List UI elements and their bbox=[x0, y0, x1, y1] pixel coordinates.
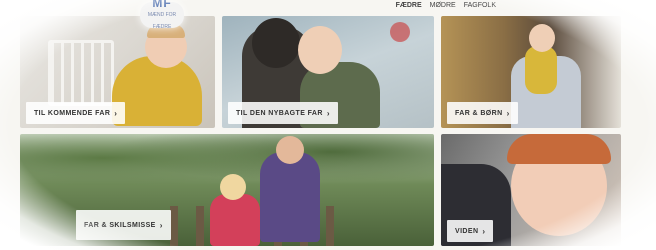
card-far-og-skilsmisse[interactable]: FAR & SKILSMISSE › bbox=[20, 134, 434, 246]
main-nav: FÆDRE MØDRE FAGFOLK bbox=[396, 2, 496, 9]
nybagte-far-button[interactable]: TIL DEN NYBAGTE FAR › bbox=[228, 102, 338, 124]
card-kommende-far[interactable]: TIL KOMMENDE FAR › bbox=[20, 16, 215, 128]
chevron-right-icon: › bbox=[326, 108, 330, 118]
baby-face-image bbox=[298, 26, 342, 74]
site-logo[interactable]: MF MÆND FOR FÆDRE bbox=[140, 0, 184, 30]
top-bar bbox=[0, 0, 656, 16]
far-og-born-button[interactable]: FAR & BØRN › bbox=[447, 102, 518, 124]
card-viden[interactable]: VIDEN › bbox=[441, 134, 621, 246]
girl-image bbox=[210, 194, 260, 246]
chevron-right-icon: › bbox=[159, 220, 163, 230]
viden-button[interactable]: VIDEN › bbox=[447, 220, 494, 242]
far-og-skilsmisse-button[interactable]: FAR & SKILSMISSE › bbox=[76, 210, 171, 240]
father-head-image bbox=[252, 18, 300, 68]
crib-image bbox=[48, 40, 114, 106]
nav-item-modre[interactable]: MØDRE bbox=[430, 2, 456, 9]
child-image bbox=[112, 56, 202, 126]
kommende-far-button[interactable]: TIL KOMMENDE FAR › bbox=[26, 102, 126, 124]
far-og-born-button-label: FAR & BØRN bbox=[455, 109, 503, 117]
kommende-far-button-label: TIL KOMMENDE FAR bbox=[34, 109, 111, 117]
child-on-shoulders-image bbox=[525, 46, 557, 94]
nav-item-faedre[interactable]: FÆDRE bbox=[396, 2, 422, 9]
child-hair-image bbox=[507, 134, 611, 164]
chevron-right-icon: › bbox=[482, 226, 486, 236]
man-head-image bbox=[276, 136, 304, 164]
nav-item-fagfolk[interactable]: FAGFOLK bbox=[464, 2, 496, 9]
card-far-og-born[interactable]: FAR & BØRN › bbox=[441, 16, 621, 128]
logo-subtext: MÆND FOR FÆDRE bbox=[147, 12, 177, 30]
chevron-right-icon: › bbox=[506, 108, 510, 118]
nybagte-far-button-label: TIL DEN NYBAGTE FAR bbox=[236, 109, 323, 117]
viden-button-label: VIDEN bbox=[455, 227, 479, 235]
man-image bbox=[260, 152, 320, 242]
chevron-right-icon: › bbox=[114, 108, 118, 118]
child-head-image bbox=[529, 24, 555, 52]
girl-head-image bbox=[220, 174, 246, 200]
toy-image bbox=[390, 22, 410, 42]
card-nybagte-far[interactable]: TIL DEN NYBAGTE FAR › bbox=[222, 16, 434, 128]
far-og-skilsmisse-button-label: FAR & SKILSMISSE bbox=[84, 221, 156, 229]
